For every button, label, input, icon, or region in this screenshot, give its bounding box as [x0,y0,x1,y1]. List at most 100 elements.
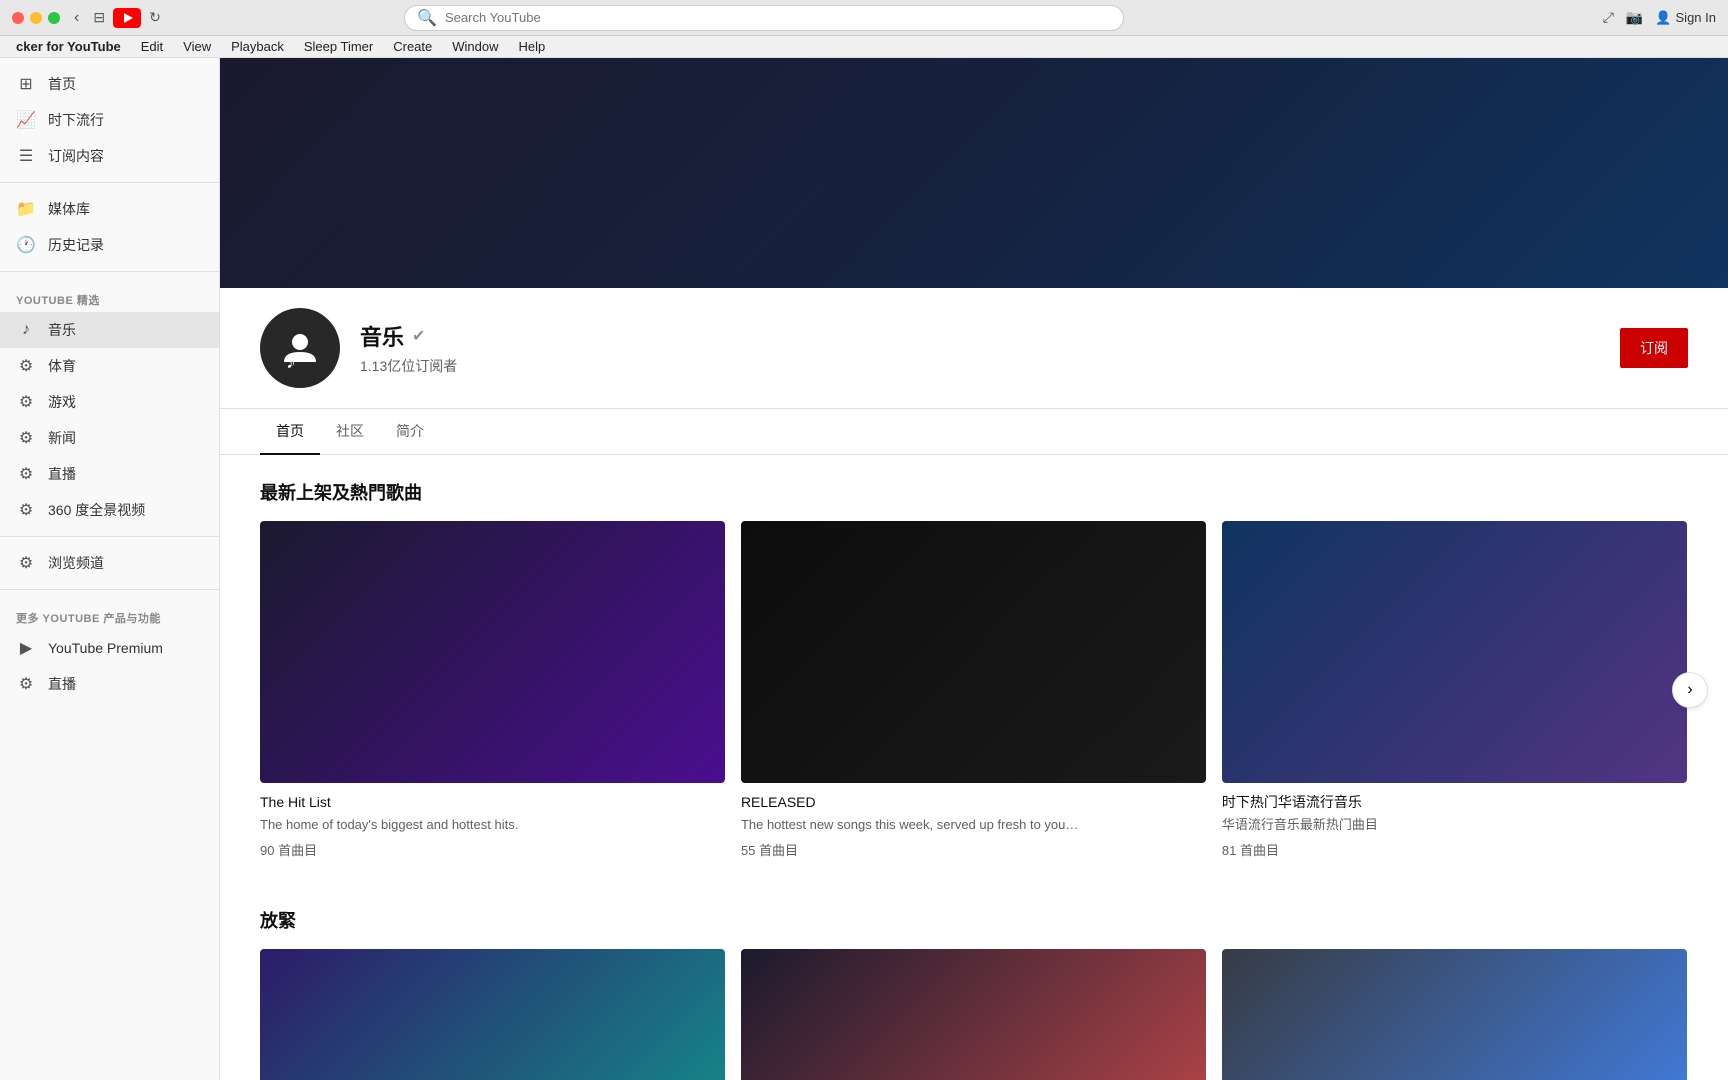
sidebar-divider-1 [0,182,219,183]
menu-playback[interactable]: Playback [223,37,292,56]
360-icon: ⚙ [16,500,36,520]
sidebar-item-360[interactable]: ⚙ 360 度全景视频 [0,492,219,528]
sidebar-item-sports[interactable]: ⚙ 体育 [0,348,219,384]
playlist-count-2: 55 首曲目 [741,840,1206,859]
relax-section: 放緊 Warm-hearted Mandopop Ballad 81 首曲目 悠… [220,883,1728,1080]
sidebar-item-history-label: 历史记录 [48,235,104,255]
playlist-card-5[interactable]: 悠闲放松的经典音乐 过去几十年的轻松曲风流行音乐。 115 首曲目 [741,949,1206,1080]
new-hot-title: 最新上架及熱門歌曲 [260,479,1688,505]
playlist-count-1: 90 首曲目 [260,840,725,859]
products-label: 更多 YOUTUBE 产品与功能 [0,598,219,630]
sidebar-item-library-label: 媒体库 [48,199,90,219]
playlist-card-4[interactable]: Warm-hearted Mandopop Ballad 81 首曲目 [260,949,725,1080]
sidebar-divider-4 [0,589,219,590]
sidebar-item-premium-label: YouTube Premium [48,640,163,656]
home-icon: ⊞ [16,74,36,94]
search-icon: 🔍 [417,8,437,28]
playlist-desc-1: The home of today's biggest and hottest … [260,816,725,834]
search-input[interactable] [445,10,1111,25]
browse-icon: ⚙ [16,553,36,573]
menu-help[interactable]: Help [511,37,554,56]
pip-button[interactable]: ⤢ [1603,9,1614,26]
sidebar-item-home[interactable]: ⊞ 首页 [0,66,219,102]
sidebar-item-live-label: 直播 [48,464,76,484]
sidebar-item-browse-label: 浏览频道 [48,553,104,573]
sidebar-item-live[interactable]: ⚙ 直播 [0,456,219,492]
sidebar-item-trending-label: 时下流行 [48,110,104,130]
menu-window[interactable]: Window [444,37,506,56]
playlist-card-6[interactable]: 流行音乐和独立轻音乐 这个合辑中都是轻快悦耳的歌曲，让您一整天拥有好心情。 99… [1222,949,1687,1080]
playlist-thumbnail-1 [260,521,725,783]
library-icon: 📁 [16,199,36,219]
sidebar-item-history[interactable]: 🕐 历史记录 [0,227,219,263]
menu-sleep-timer[interactable]: Sleep Timer [296,37,381,56]
playlist-desc-2: The hottest new songs this week, served … [741,816,1206,834]
sidebar-item-news[interactable]: ⚙ 新闻 [0,420,219,456]
app-name: cker for YouTube [8,37,129,56]
sign-in-button[interactable]: 👤 Sign In [1655,10,1716,26]
playlist-thumbnail-6 [1222,949,1687,1080]
channel-info-bar: ♪ 音乐 ✔ 1.13亿位订阅者 订阅 [220,288,1728,409]
sidebar-item-subscriptions-label: 订阅内容 [48,146,104,166]
camera-button[interactable]: 📷 [1626,9,1643,26]
sidebar-item-gaming[interactable]: ⚙ 游戏 [0,384,219,420]
tab-home[interactable]: 首页 [260,409,320,455]
tab-community[interactable]: 社区 [320,409,380,455]
menu-view[interactable]: View [175,37,219,56]
playlist-card-1[interactable]: The Hit List The home of today's biggest… [260,521,725,859]
playlist-count-3: 81 首曲目 [1222,840,1687,859]
maximize-button[interactable] [48,12,60,24]
titlebar: ‹ ⊟ ↻ 🔍 ⤢ 📷 👤 Sign In [0,0,1728,36]
playlist-thumbnail-2 [741,521,1206,783]
sidebar-item-sports-label: 体育 [48,356,76,376]
search-bar: 🔍 [404,5,1124,31]
relax-title: 放緊 [260,907,1688,933]
playlist-card-2[interactable]: RELEASED The hottest new songs this week… [741,521,1206,859]
sidebar-divider-2 [0,271,219,272]
layout-button[interactable]: ⊟ [93,9,105,26]
channel-subscribers: 1.13亿位订阅者 [360,356,1600,376]
playlist-title-3: 时下热门华语流行音乐 [1222,793,1687,813]
sidebar-item-gaming-label: 游戏 [48,392,76,412]
subscribe-button[interactable]: 订阅 [1620,328,1688,368]
playlist-thumbnail-4 [260,949,725,1080]
svg-text:♪: ♪ [286,351,296,372]
trending-icon: 📈 [16,110,36,130]
channel-meta: 音乐 ✔ 1.13亿位订阅者 [360,320,1600,376]
playlist-card-3[interactable]: 时下热门华语流行音乐 华语流行音乐最新热门曲目 81 首曲目 [1222,521,1687,859]
menubar: cker for YouTube Edit View Playback Slee… [0,36,1728,58]
sidebar-item-news-label: 新闻 [48,428,76,448]
menu-create[interactable]: Create [385,37,440,56]
live2-icon: ⚙ [16,674,36,694]
sidebar-item-music[interactable]: ♪ 音乐 [0,312,219,348]
sidebar-item-trending[interactable]: 📈 时下流行 [0,102,219,138]
sidebar-item-home-label: 首页 [48,74,76,94]
menu-edit[interactable]: Edit [133,37,171,56]
playlist-desc-3: 华语流行音乐最新热门曲目 [1222,816,1687,834]
channel-avatar: ♪ [260,308,340,388]
tab-about[interactable]: 简介 [380,409,440,455]
new-hot-grid: The Hit List The home of today's biggest… [260,521,1688,859]
sidebar-item-browse-channels[interactable]: ⚙ 浏览频道 [0,545,219,581]
back-button[interactable]: ‹ [68,7,85,29]
verified-icon: ✔ [412,326,425,346]
sidebar-item-subscriptions[interactable]: ☰ 订阅内容 [0,138,219,174]
sidebar-item-live2-label: 直播 [48,674,76,694]
reload-button[interactable]: ↻ [149,9,161,26]
playlist-thumbnail-5 [741,949,1206,1080]
relax-grid: Warm-hearted Mandopop Ballad 81 首曲目 悠闲放松… [260,949,1688,1080]
sidebar-item-live2[interactable]: ⚙ 直播 [0,666,219,702]
minimize-button[interactable] [30,12,42,24]
close-button[interactable] [12,12,24,24]
new-hot-section: 最新上架及熱門歌曲 The Hit List The home of today… [220,455,1728,883]
subscriptions-icon: ☰ [16,146,36,166]
channel-name-row: 音乐 ✔ [360,320,1600,352]
new-hot-scroll-right[interactable]: › [1672,672,1708,708]
sidebar: ⊞ 首页 📈 时下流行 ☰ 订阅内容 📁 媒体库 🕐 历史记录 YOUTUBE … [0,58,220,1080]
channel-banner [220,58,1728,288]
sidebar-divider-3 [0,536,219,537]
sidebar-item-premium[interactable]: ▶ YouTube Premium [0,630,219,666]
app-body: ⊞ 首页 📈 时下流行 ☰ 订阅内容 📁 媒体库 🕐 历史记录 YOUTUBE … [0,58,1728,1080]
sidebar-item-library[interactable]: 📁 媒体库 [0,191,219,227]
live-icon: ⚙ [16,464,36,484]
